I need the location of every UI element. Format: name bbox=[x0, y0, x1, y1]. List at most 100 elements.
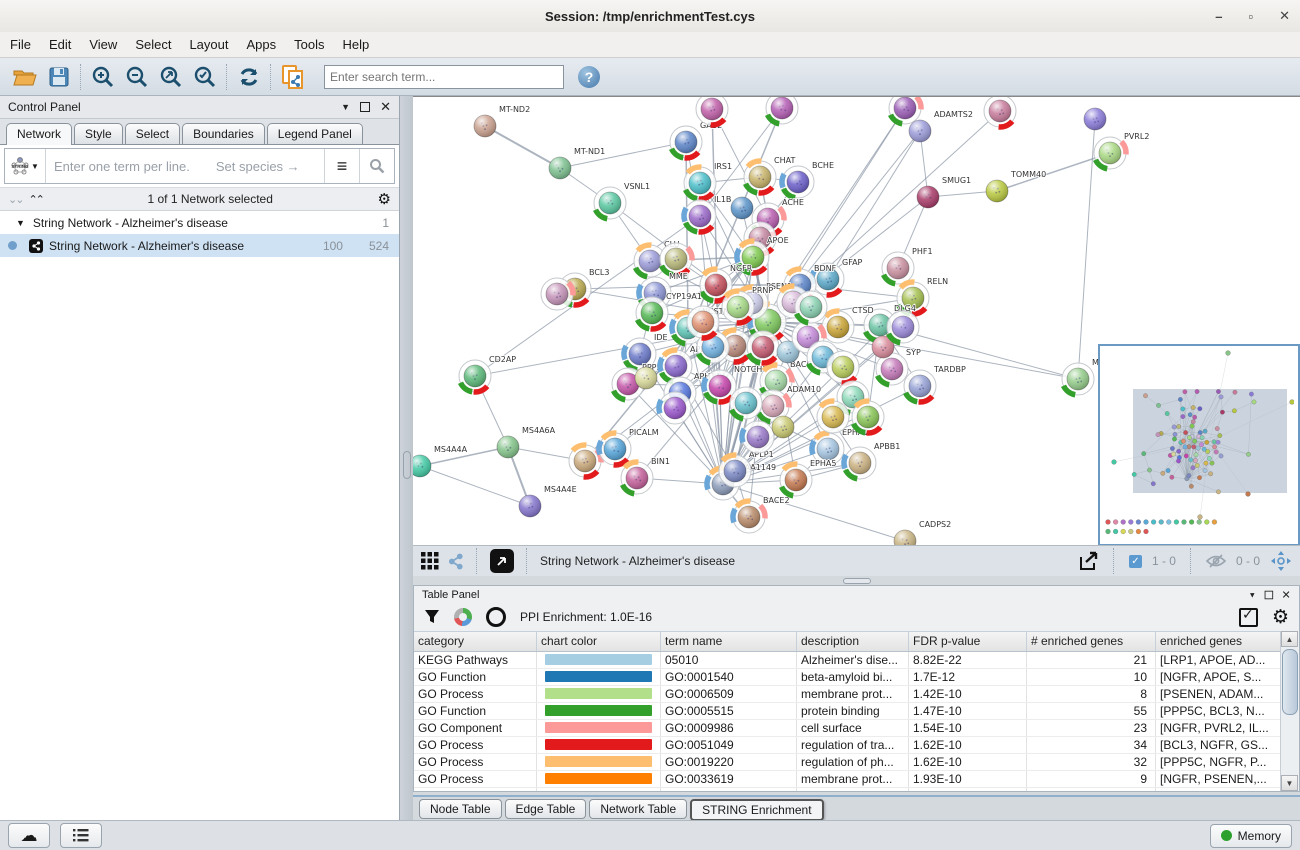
float-panel-icon[interactable] bbox=[360, 102, 370, 112]
network-collection-row[interactable]: ▼ String Network - Alzheimer's disease 1 bbox=[0, 211, 399, 234]
graph-node-apbb1[interactable]: APBB1 bbox=[844, 442, 900, 479]
graph-node-smug1[interactable]: SMUG1 bbox=[917, 176, 971, 208]
graph-node-phf1[interactable]: PHF1 bbox=[882, 247, 933, 284]
enrichment-settings-icon[interactable]: ⚙ bbox=[1272, 606, 1289, 629]
maximize-button[interactable]: ▫ bbox=[1248, 9, 1253, 24]
scroll-up-icon[interactable]: ▲ bbox=[1281, 631, 1298, 647]
network-row[interactable]: String Network - Alzheimer's disease 100… bbox=[0, 234, 399, 257]
close-panel-icon[interactable]: ✕ bbox=[380, 99, 391, 115]
tab-select[interactable]: Select bbox=[125, 123, 180, 144]
tab-boundaries[interactable]: Boundaries bbox=[182, 123, 265, 144]
graph-node[interactable] bbox=[731, 197, 753, 219]
filter-icon[interactable] bbox=[424, 609, 440, 625]
string-options-icon[interactable]: ≡ bbox=[324, 149, 359, 183]
tab-edge-table[interactable]: Edge Table bbox=[505, 799, 587, 819]
column-header-chart-color[interactable]: chart color bbox=[537, 632, 661, 651]
export-network-icon[interactable] bbox=[1077, 550, 1099, 572]
graph-node-il1b[interactable]: IL1B bbox=[684, 195, 731, 232]
menu-edit[interactable]: Edit bbox=[49, 37, 71, 52]
menu-help[interactable]: Help bbox=[343, 37, 370, 52]
table-row[interactable]: GO FunctionGO:0001540beta-amyloid bi...1… bbox=[414, 669, 1282, 686]
panel-menu-icon[interactable]: ▼ bbox=[1249, 590, 1257, 599]
tree-expander-icon[interactable]: ▼ bbox=[16, 218, 25, 228]
horizontal-splitter[interactable] bbox=[413, 576, 1300, 585]
birdseye-toggle-icon[interactable] bbox=[1270, 550, 1292, 572]
graph-node[interactable] bbox=[660, 243, 692, 275]
open-session-button[interactable] bbox=[8, 62, 42, 92]
cloud-button[interactable]: ☁ bbox=[8, 823, 50, 848]
selected-nodes-icon[interactable]: ✓ bbox=[1129, 555, 1142, 568]
string-search-box[interactable]: STRING ▼ Enter one term per line. Set sp… bbox=[4, 148, 395, 184]
graph-node[interactable] bbox=[742, 421, 774, 453]
string-search-icon[interactable] bbox=[359, 149, 394, 183]
memory-button[interactable]: Memory bbox=[1210, 824, 1292, 848]
table-row[interactable]: GO ProcessGO:0033619membrane prot...1.93… bbox=[414, 771, 1282, 788]
table-row[interactable]: KEGG Pathways05010Alzheimer's dise...8.8… bbox=[414, 652, 1282, 669]
close-panel-icon[interactable]: ✕ bbox=[1282, 588, 1291, 602]
help-icon[interactable]: ? bbox=[578, 66, 600, 88]
splitter-handle[interactable] bbox=[843, 578, 871, 584]
graph-node[interactable] bbox=[730, 387, 762, 419]
graph-node-pvrl2[interactable]: PVRL2 bbox=[1094, 132, 1149, 169]
graph-node[interactable] bbox=[827, 351, 859, 383]
save-session-button[interactable] bbox=[42, 62, 76, 92]
graph-node[interactable] bbox=[984, 97, 1016, 127]
graph-node[interactable] bbox=[772, 416, 794, 438]
refresh-button[interactable] bbox=[232, 62, 266, 92]
graph-node-cadps2[interactable]: CADPS2 bbox=[894, 520, 951, 546]
panel-splitter[interactable] bbox=[400, 96, 413, 820]
ring-chart-icon[interactable] bbox=[486, 607, 506, 627]
graph-node-ms4a6a[interactable]: MS4A6A bbox=[497, 426, 556, 458]
graph-node[interactable] bbox=[687, 306, 719, 338]
graph-node[interactable] bbox=[795, 291, 827, 323]
table-row[interactable]: GO ProcessGO:0006509membrane prot...1.42… bbox=[414, 686, 1282, 703]
float-panel-icon[interactable] bbox=[1265, 590, 1274, 599]
zoom-selected-button[interactable] bbox=[188, 62, 222, 92]
zoom-in-button[interactable] bbox=[86, 62, 120, 92]
menu-tools[interactable]: Tools bbox=[294, 37, 324, 52]
column-header-enriched-genes[interactable]: enriched genes bbox=[1156, 632, 1282, 651]
birds-eye-view[interactable] bbox=[1098, 344, 1300, 546]
graph-node[interactable] bbox=[659, 392, 691, 424]
splitter-handle[interactable] bbox=[403, 451, 411, 479]
graph-node-mt-nd2[interactable]: MT-ND2 bbox=[474, 105, 530, 137]
table-row[interactable]: GO ProcessGO:0050435beta-amyloid m...2.0… bbox=[414, 788, 1282, 792]
column-header-category[interactable]: category bbox=[414, 632, 537, 651]
graph-node-vsnl1[interactable]: VSNL1 bbox=[594, 182, 650, 219]
tab-network-table[interactable]: Network Table bbox=[589, 799, 687, 819]
column-header-term-name[interactable]: term name bbox=[661, 632, 797, 651]
share-network-icon[interactable] bbox=[447, 553, 464, 570]
graph-node-picalm[interactable]: PICALM bbox=[599, 428, 659, 465]
donut-chart-icon[interactable] bbox=[454, 608, 472, 626]
graph-node[interactable] bbox=[887, 311, 919, 343]
graph-node-bace2[interactable]: BACE2 bbox=[733, 496, 790, 533]
graph-node-ms4a4e[interactable]: MS4A4E bbox=[519, 485, 577, 517]
graph-node-cd2ap[interactable]: CD2AP bbox=[459, 355, 516, 392]
graph-node-bche[interactable]: BCHE bbox=[782, 161, 834, 198]
graph-node[interactable] bbox=[852, 401, 884, 433]
graph-node[interactable] bbox=[766, 97, 798, 124]
tab-style[interactable]: Style bbox=[74, 123, 123, 144]
tab-string-enrichment[interactable]: STRING Enrichment bbox=[690, 799, 823, 821]
scrollbar-thumb[interactable] bbox=[1282, 649, 1298, 715]
menu-layout[interactable]: Layout bbox=[189, 37, 228, 52]
network-from-clipboard-button[interactable] bbox=[276, 62, 310, 92]
open-in-string-button[interactable] bbox=[490, 549, 514, 573]
grid-icon[interactable] bbox=[421, 552, 439, 570]
graph-node-tardbp[interactable]: TARDBP bbox=[904, 365, 966, 402]
menu-view[interactable]: View bbox=[89, 37, 117, 52]
scroll-down-icon[interactable]: ▼ bbox=[1281, 775, 1298, 791]
string-query-placeholder[interactable]: Enter one term per line. bbox=[54, 159, 190, 174]
task-list-button[interactable] bbox=[60, 823, 102, 848]
menu-apps[interactable]: Apps bbox=[247, 37, 277, 52]
tab-legend-panel[interactable]: Legend Panel bbox=[267, 123, 363, 144]
select-terms-icon[interactable] bbox=[1239, 608, 1258, 627]
graph-node-mt-nd1[interactable]: MT-ND1 bbox=[549, 147, 605, 179]
tab-network[interactable]: Network bbox=[6, 123, 72, 145]
minimize-button[interactable]: – bbox=[1215, 9, 1222, 24]
graph-node[interactable] bbox=[747, 331, 779, 363]
graph-node[interactable] bbox=[817, 401, 849, 433]
graph-node[interactable] bbox=[889, 97, 921, 124]
table-row[interactable]: GO FunctionGO:0005515protein binding1.47… bbox=[414, 703, 1282, 720]
graph-node-bin1[interactable]: BIN1 bbox=[621, 457, 670, 494]
